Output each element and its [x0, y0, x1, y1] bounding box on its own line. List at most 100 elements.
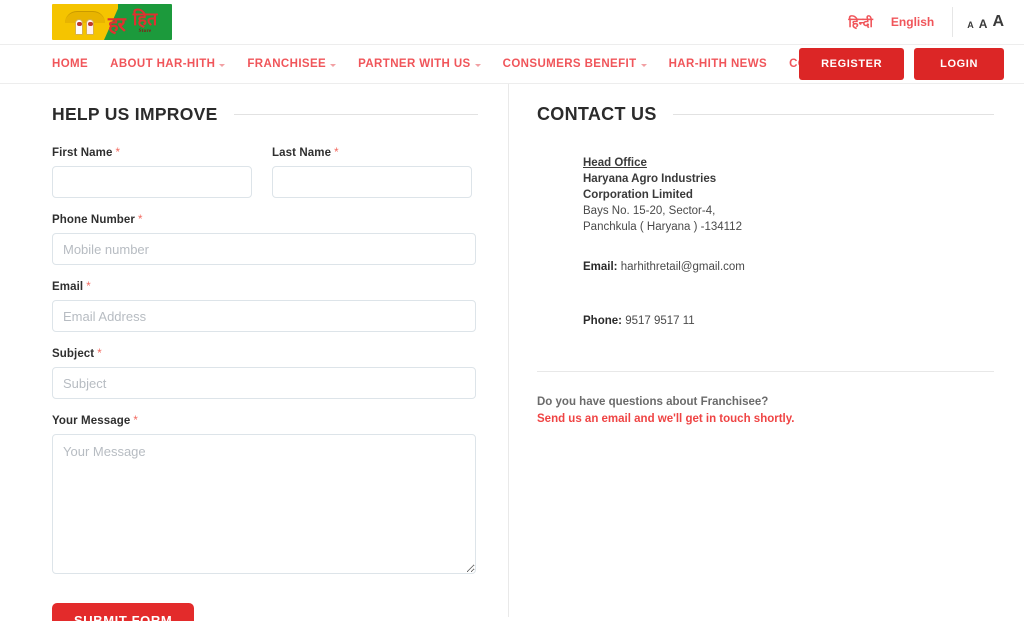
nav-item-label: HOME	[52, 58, 89, 70]
franchisee-question-text: Do you have questions about Franchisee?	[537, 396, 769, 408]
font-size-small-button[interactable]: A	[967, 21, 974, 30]
subject-field-group: Subject *	[52, 348, 476, 399]
required-marker: *	[86, 281, 91, 293]
heading-rule	[672, 114, 994, 115]
contact-form: First Name* Last Name* Phone Number*	[52, 147, 478, 621]
message-field-group: Your Message *	[52, 415, 476, 579]
organization-line-2: Corporation Limited	[583, 189, 693, 201]
nav-item-label: ABOUT HAR-HITH	[110, 58, 216, 70]
required-marker: *	[334, 147, 339, 159]
contact-heading-row: CONTACT US	[537, 104, 994, 125]
nav-item-franchisee[interactable]: FRANCHISEE	[236, 58, 347, 70]
required-marker: *	[138, 214, 143, 226]
phone-row-label: Phone:	[583, 315, 622, 327]
required-marker: *	[133, 415, 138, 427]
chevron-down-icon	[219, 63, 226, 67]
phone-row-value[interactable]: 9517 9517 11	[625, 315, 695, 327]
chevron-down-icon	[330, 63, 337, 67]
email-input[interactable]	[52, 300, 476, 332]
head-office-label: Head Office	[583, 157, 647, 169]
farmers-umbrella-emblem	[63, 9, 107, 35]
nav-item-consumers-benefit[interactable]: CONSUMERS BENEFIT	[492, 58, 658, 70]
help-us-improve-section: HELP US IMPROVE First Name* Last Name*	[0, 104, 508, 621]
required-marker: *	[97, 348, 102, 360]
required-marker: *	[115, 147, 121, 159]
lang-hindi-link[interactable]: हिन्दी	[848, 13, 873, 31]
subject-label: Subject *	[52, 348, 476, 360]
subject-input[interactable]	[52, 367, 476, 399]
last-name-label-text: Last Name	[272, 147, 332, 159]
phone-label-text: Phone Number	[52, 214, 135, 226]
logo-green-panel: हित Store	[104, 4, 172, 40]
font-size-medium-button[interactable]: A	[979, 18, 988, 30]
submit-form-button[interactable]: SUBMIT FORM	[52, 603, 195, 621]
nav-item-home[interactable]: HOME	[52, 58, 99, 70]
form-heading-row: HELP US IMPROVE	[52, 104, 478, 125]
last-name-field-group: Last Name *	[272, 147, 472, 198]
email-field-group: Email *	[52, 281, 476, 332]
nav-item-label: CONSUMERS BENEFIT	[502, 58, 637, 70]
font-size-controls: A A A	[953, 14, 1004, 31]
address-line-2: Panchkula ( Haryana ) -134112	[583, 221, 742, 233]
umbrella-shape	[65, 11, 105, 23]
language-switcher: हिन्दी English	[848, 7, 954, 37]
organization-line-1: Haryana Agro Industries	[583, 173, 717, 185]
phone-label: Phone Number *	[52, 214, 476, 226]
logo-hit-text: हित Store	[133, 10, 157, 34]
nav-action-buttons: REGISTER LOGIN	[799, 48, 1004, 80]
address-line-1: Bays No. 15-20, Sector-4,	[583, 205, 716, 217]
page-content: HELP US IMPROVE First Name* Last Name*	[0, 84, 1024, 621]
nav-item-partner-with-us[interactable]: PARTNER WITH US	[347, 58, 491, 70]
message-label: Your Message *	[52, 415, 476, 427]
email-label-text: Email	[52, 281, 84, 293]
phone-input[interactable]	[52, 233, 476, 265]
nav-item-label: PARTNER WITH US	[358, 58, 471, 70]
contact-title: CONTACT US	[537, 104, 657, 124]
top-bar: हित Store हर हिन्दी English A A A	[0, 0, 1024, 44]
contact-us-section: CONTACT US Head Office Haryana Agro Indu…	[509, 104, 1024, 621]
first-name-label-text: First Name	[52, 147, 113, 159]
page-title: HELP US IMPROVE	[52, 104, 218, 124]
logo-har-text: हर	[108, 14, 126, 36]
email-row-label: Email:	[583, 261, 618, 273]
franchisee-question-block: Do you have questions about Franchisee? …	[537, 394, 994, 428]
name-row: First Name * Last Name *	[52, 147, 478, 214]
contact-divider	[537, 371, 994, 372]
first-name-field-group: First Name *	[52, 147, 252, 198]
first-name-input[interactable]	[52, 166, 252, 198]
send-email-link[interactable]: Send us an email and we'll get in touch …	[537, 411, 994, 428]
nav-item-label: HAR-HITH NEWS	[668, 58, 768, 70]
register-button[interactable]: REGISTER	[799, 48, 905, 80]
logo-hit-glyph: हित	[132, 9, 158, 29]
nav-item-list: HOME ABOUT HAR-HITH FRANCHISEE PARTNER W…	[52, 58, 879, 70]
font-size-large-button[interactable]: A	[992, 14, 1004, 30]
nav-item-har-hith-news[interactable]: HAR-HITH NEWS	[658, 58, 778, 70]
nav-item-about-har-hith[interactable]: ABOUT HAR-HITH	[99, 58, 236, 70]
top-bar-right: हिन्दी English A A A	[848, 0, 1024, 44]
figure-left	[75, 19, 83, 35]
chevron-down-icon	[640, 63, 647, 67]
login-button[interactable]: LOGIN	[914, 48, 1004, 80]
logo-store-text: Store	[138, 29, 152, 34]
site-logo[interactable]: हित Store हर	[52, 4, 172, 40]
contact-details-block: Head Office Haryana Agro Industries Corp…	[537, 155, 994, 327]
lang-english-link[interactable]: English	[891, 15, 934, 29]
email-label: Email *	[52, 281, 476, 293]
last-name-input[interactable]	[272, 166, 472, 198]
first-name-label: First Name *	[52, 147, 252, 159]
subject-label-text: Subject	[52, 348, 95, 360]
email-row: Email: harhithretail@gmail.com	[583, 261, 994, 273]
nav-item-label: FRANCHISEE	[247, 58, 327, 70]
chevron-down-icon	[474, 63, 481, 67]
message-label-text: Your Message	[52, 415, 131, 427]
figure-right	[86, 19, 94, 35]
heading-rule	[233, 114, 478, 115]
phone-field-group: Phone Number *	[52, 214, 476, 265]
main-navigation: HOME ABOUT HAR-HITH FRANCHISEE PARTNER W…	[0, 44, 1024, 84]
email-row-value[interactable]: harhithretail@gmail.com	[621, 261, 745, 273]
message-textarea[interactable]	[52, 434, 476, 574]
page-root: हित Store हर हिन्दी English A A A HOME A…	[0, 0, 1024, 621]
